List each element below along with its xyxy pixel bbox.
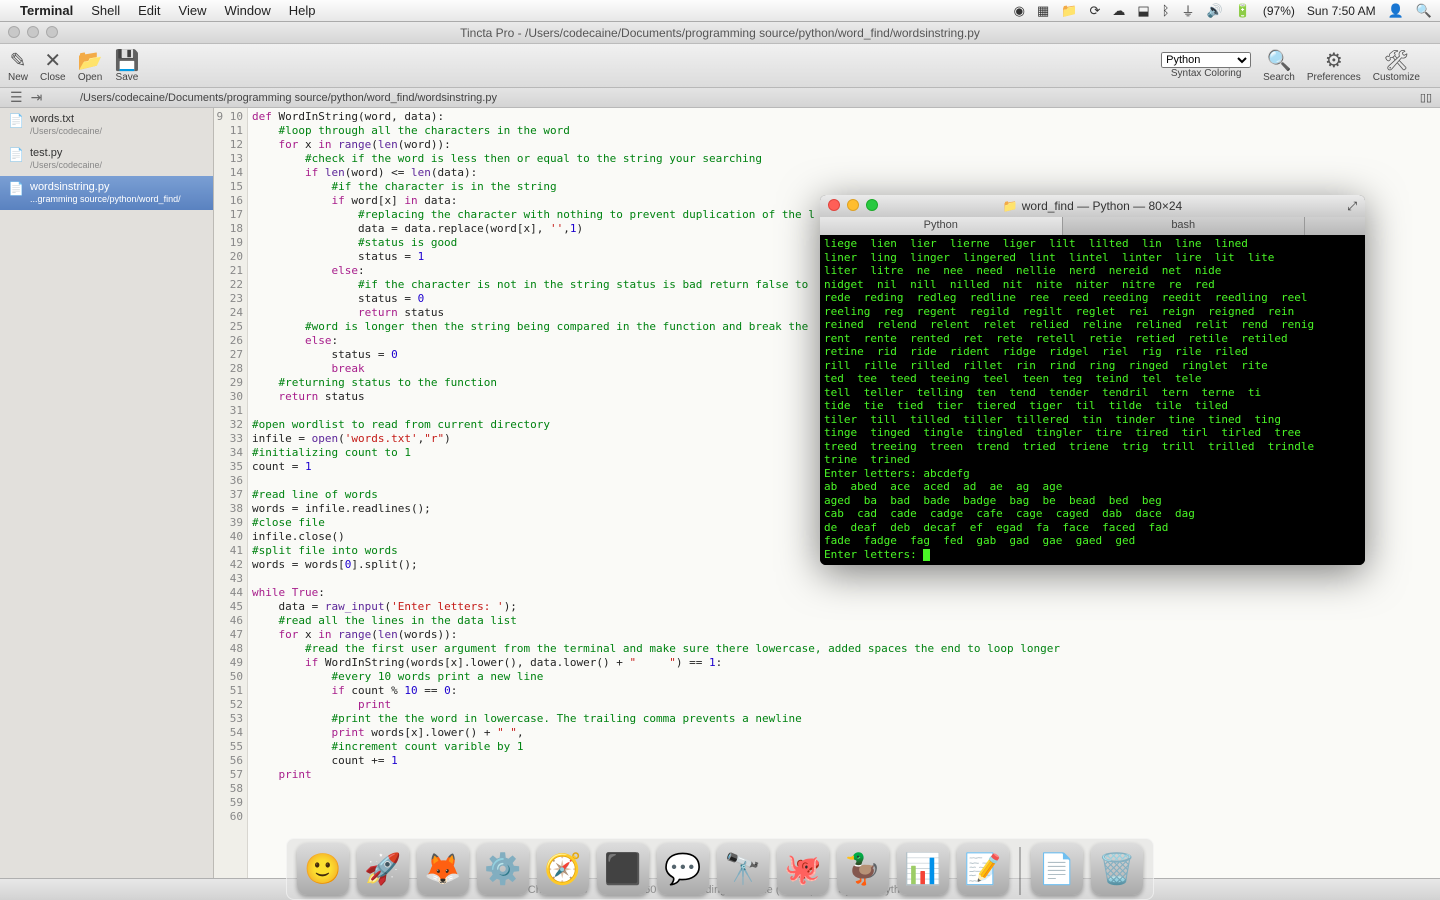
app-menu: Terminal Shell Edit View Window Help [20,3,316,18]
dock-app-binoculars[interactable]: 🔭 [717,843,769,895]
volume-icon[interactable]: 🔊 [1207,3,1223,19]
file-icon: 📄 [8,147,24,164]
dock-separator [1019,847,1021,895]
search-icon: 🔍 [1267,48,1292,72]
dock-app-firefox[interactable]: 🦊 [417,843,469,895]
terminal-output[interactable]: liege lien lier lierne liger lilt lilted… [820,235,1365,565]
folder-icon[interactable]: 📁 [1061,3,1077,19]
menu-window[interactable]: Window [225,3,271,18]
menubar-right: ◉ ▦ 📁 ⟳ ☁ ⬓ ᛒ ⏚ 🔊 🔋 (97%) Sun 7:50 AM 👤 … [1014,1,1432,20]
file-path: /Users/codecaine/ [30,126,205,138]
open-file-icon: 📂 [78,48,103,72]
split-view-icon[interactable]: ▯▯ [1420,91,1432,104]
preferences-button[interactable]: ⚙Preferences [1307,48,1361,83]
battery-percent: (97%) [1263,4,1295,18]
folder-icon: 📁 [1003,199,1018,213]
file-name: words.txt [30,112,205,126]
terminal-titlebar[interactable]: 📁 word_find — Python — 80×24 ⤢ [820,195,1365,217]
terminal-tab-bash[interactable]: bash [1063,217,1306,235]
macos-menubar: Terminal Shell Edit View Window Help ◉ ▦… [0,0,1440,22]
file-item[interactable]: 📄 wordsinstring.py...gramming source/pyth… [0,176,213,210]
zoom-icon[interactable] [866,199,878,211]
dock-app-activity[interactable]: 📊 [897,843,949,895]
close-icon[interactable] [828,199,840,211]
zoom-icon[interactable] [46,26,58,38]
minimize-icon[interactable] [27,26,39,38]
app-name[interactable]: Terminal [20,3,73,18]
menu-shell[interactable]: Shell [91,3,120,18]
terminal-tabs: Python bash [820,217,1365,235]
new-button[interactable]: ✎New [8,48,28,83]
dock-app-terminal[interactable]: ⬛ [597,843,649,895]
file-name: wordsinstring.py [30,180,205,194]
menulet-icon[interactable]: ◉ [1014,3,1025,19]
menu-edit[interactable]: Edit [138,3,160,18]
file-name: test.py [30,146,205,160]
window-titlebar[interactable]: Tincta Pro - /Users/codecaine/Documents/… [0,22,1440,44]
minimize-icon[interactable] [847,199,859,211]
new-file-icon: ✎ [10,48,27,72]
menu-help[interactable]: Help [289,3,316,18]
file-path: /Users/codecaine/ [30,160,205,172]
file-item[interactable]: 📄 words.txt/Users/codecaine/ [0,108,213,142]
save-button[interactable]: 💾Save [115,48,140,83]
dock-app-octopus[interactable]: 🐙 [777,843,829,895]
open-button[interactable]: 📂Open [78,48,103,83]
dock-document[interactable]: 📄 [1031,843,1083,895]
syntax-dropdown[interactable]: Python [1161,52,1251,68]
file-icon: 📄 [8,181,24,198]
document-path: /Users/codecaine/Documents/programming s… [80,92,497,104]
menu-view[interactable]: View [179,3,207,18]
customize-button[interactable]: 🛠Customize [1373,48,1420,83]
expand-icon[interactable]: ⤢ [1347,199,1357,214]
dock-app-finder[interactable]: 🙂 [297,843,349,895]
cloud-icon[interactable]: ☁ [1112,3,1125,19]
file-sidebar: 📄 words.txt/Users/codecaine/ 📄 test.py/User… [0,108,214,878]
dock-app-launchpad[interactable]: 🚀 [357,843,409,895]
window-traffic-lights[interactable] [8,26,58,38]
syntax-coloring-select[interactable]: Python Syntax Coloring [1161,52,1251,79]
close-icon[interactable] [8,26,20,38]
tools-icon: 🛠 [1384,48,1409,72]
dock-app-settings[interactable]: ⚙️ [477,843,529,895]
dock-trash[interactable]: 🗑️ [1091,843,1143,895]
list-view-icon[interactable]: ☰ [10,89,23,106]
terminal-tab-python[interactable]: Python [820,217,1063,235]
line-gutter: 9 10 11 12 13 14 15 16 17 18 19 20 21 22… [214,108,248,878]
user-icon[interactable]: 👤 [1388,3,1404,19]
menulet-icon[interactable]: ▦ [1037,3,1049,19]
file-icon: 📄 [8,113,24,130]
bluetooth-icon[interactable]: ᛒ [1162,3,1170,18]
dock-app-textedit[interactable]: 📝 [957,843,1009,895]
dropbox-icon[interactable]: ⬓ [1137,3,1149,19]
spotlight-icon[interactable]: 🔍 [1416,3,1432,19]
search-button[interactable]: 🔍Search [1263,48,1295,83]
battery-icon[interactable]: 🔋 [1235,3,1251,19]
indent-icon[interactable]: ⇥ [31,89,43,106]
terminal-title: word_find — Python — 80×24 [1022,199,1182,213]
document-pathbar: ☰ ⇥ /Users/codecaine/Documents/programmi… [0,88,1440,108]
editor-toolbar: ✎New ✕Close 📂Open 💾Save Python Syntax Co… [0,44,1440,88]
dock-app-adium[interactable]: 🦆 [837,843,889,895]
file-path: ...gramming source/python/word_find/ [30,194,205,206]
close-file-icon: ✕ [44,48,61,72]
terminal-window[interactable]: 📁 word_find — Python — 80×24 ⤢ Python ba… [820,195,1365,565]
dock[interactable]: 🙂🚀🦊⚙️🧭⬛💬🔭🐙🦆📊📝 📄🗑️ [286,838,1154,900]
terminal-traffic-lights[interactable] [828,199,878,211]
dock-app-safari-like[interactable]: 🧭 [537,843,589,895]
dock-app-messages[interactable]: 💬 [657,843,709,895]
gear-icon: ⚙ [1325,48,1343,72]
clock[interactable]: Sun 7:50 AM [1307,4,1376,18]
save-file-icon: 💾 [115,48,140,72]
close-button[interactable]: ✕Close [40,48,66,83]
file-item[interactable]: 📄 test.py/Users/codecaine/ [0,142,213,176]
window-title: Tincta Pro - /Users/codecaine/Documents/… [460,26,980,40]
wifi-icon[interactable]: ⏚ [1182,1,1195,20]
sync-icon[interactable]: ⟳ [1089,3,1100,19]
terminal-cursor [923,549,930,561]
